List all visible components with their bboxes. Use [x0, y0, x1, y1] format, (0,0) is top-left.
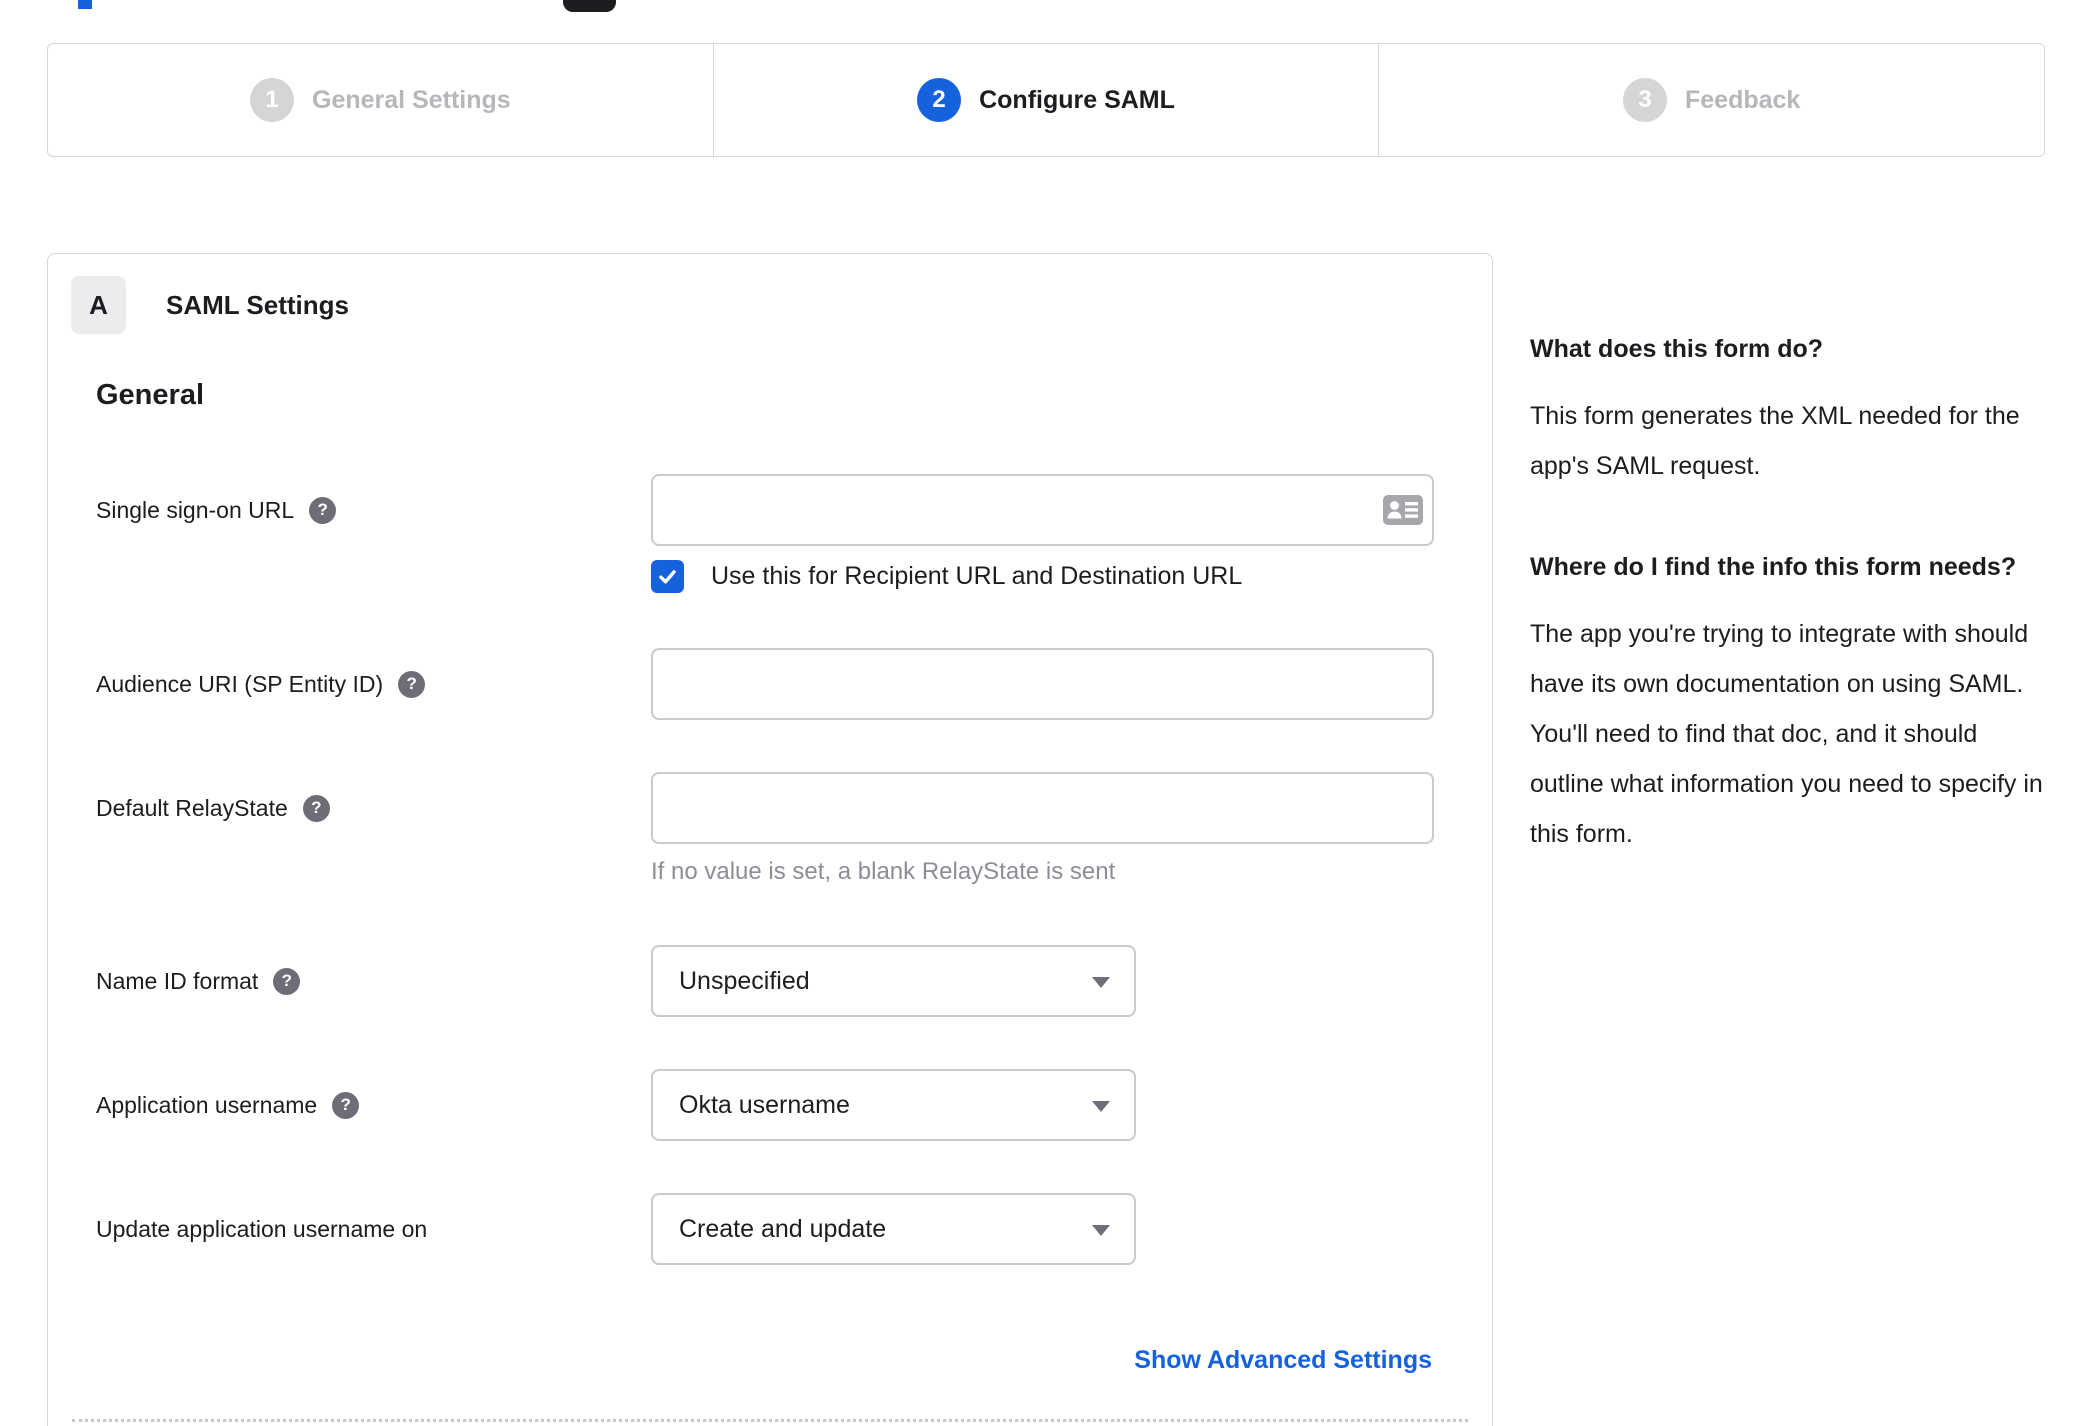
recipient-url-checkbox-label: Use this for Recipient URL and Destinati…	[711, 562, 1243, 590]
step-general-settings[interactable]: 1 General Settings	[48, 44, 713, 156]
chevron-down-icon	[1092, 1101, 1110, 1112]
audience-uri-label: Audience URI (SP Entity ID) ?	[96, 648, 641, 720]
form-row-relaystate: Default RelayState ?	[48, 772, 1492, 844]
form-row-audience-uri: Audience URI (SP Entity ID) ?	[48, 648, 1492, 720]
label-text: Name ID format	[96, 967, 259, 994]
relaystate-label: Default RelayState ?	[96, 772, 641, 844]
cropped-tab-indicator	[78, 0, 92, 9]
update-username-label: Update application username on	[96, 1193, 641, 1265]
help-section: Where do I find the info this form needs…	[1530, 543, 2056, 859]
help-body: The app you're trying to integrate with …	[1530, 620, 2043, 848]
help-icon[interactable]: ?	[309, 496, 337, 524]
chevron-down-icon	[1092, 1225, 1110, 1236]
help-section: What does this form do? This form genera…	[1530, 325, 2056, 491]
app-username-select[interactable]: Okta username	[651, 1069, 1136, 1141]
help-icon[interactable]: ?	[332, 1091, 360, 1119]
relaystate-input[interactable]	[651, 772, 1434, 844]
step-label: General Settings	[312, 85, 511, 114]
sso-url-input[interactable]	[651, 474, 1434, 546]
audience-uri-input[interactable]	[651, 648, 1434, 720]
label-text: Application username	[96, 1091, 318, 1118]
wizard-stepper: 1 General Settings 2 Configure SAML 3 Fe…	[47, 43, 2045, 157]
nameid-format-select[interactable]: Unspecified	[651, 945, 1136, 1017]
step-label: Feedback	[1685, 85, 1801, 114]
select-value: Unspecified	[679, 966, 810, 995]
step-feedback[interactable]: 3 Feedback	[1378, 44, 2044, 156]
label-text: Audience URI (SP Entity ID)	[96, 670, 384, 697]
help-heading: What does this form do?	[1530, 335, 1824, 363]
nameid-label: Name ID format ?	[96, 945, 641, 1017]
form-row-app-username: Application username ? Okta username	[48, 1069, 1492, 1141]
section-divider	[72, 1419, 1468, 1422]
relaystate-hint: If no value is set, a blank RelayState i…	[651, 858, 1116, 885]
step-configure-saml[interactable]: 2 Configure SAML	[712, 44, 1379, 156]
help-icon[interactable]: ?	[273, 967, 301, 995]
section-badge: A	[71, 276, 126, 334]
step-number-badge: 2	[917, 78, 962, 122]
saml-settings-panel: A SAML Settings General Single sign-on U…	[47, 253, 1493, 1426]
label-text: Single sign-on URL	[96, 496, 295, 523]
sso-url-label: Single sign-on URL ?	[96, 474, 641, 546]
show-advanced-settings-link[interactable]: Show Advanced Settings	[1134, 1346, 1432, 1375]
app-username-label: Application username ?	[96, 1069, 641, 1141]
help-heading: Where do I find the info this form needs…	[1530, 553, 2017, 581]
recipient-url-checkbox[interactable]	[651, 560, 684, 593]
form-row-update-username: Update application username on Create an…	[48, 1193, 1492, 1265]
chevron-down-icon	[1092, 977, 1110, 988]
label-text: Update application username on	[96, 1215, 428, 1242]
form-row-nameid: Name ID format ? Unspecified	[48, 945, 1492, 1017]
update-username-select[interactable]: Create and update	[651, 1193, 1136, 1265]
checkmark-icon	[659, 570, 676, 584]
form-row-sso-url: Single sign-on URL ?	[48, 474, 1492, 546]
help-icon[interactable]: ?	[302, 794, 330, 822]
section-title: SAML Settings	[166, 290, 349, 320]
help-sidebar: What does this form do? This form genera…	[1530, 325, 2056, 859]
step-number-badge: 1	[250, 78, 294, 122]
cropped-icon	[563, 0, 616, 12]
help-icon[interactable]: ?	[398, 670, 426, 698]
recipient-url-checkbox-row: Use this for Recipient URL and Destinati…	[651, 560, 1242, 593]
label-text: Default RelayState	[96, 794, 288, 821]
saml-config-screen: 1 General Settings 2 Configure SAML 3 Fe…	[0, 0, 2092, 1426]
group-title: General	[96, 379, 204, 411]
select-value: Okta username	[679, 1090, 850, 1119]
step-number-badge: 3	[1623, 78, 1667, 122]
select-value: Create and update	[679, 1214, 887, 1243]
step-label: Configure SAML	[979, 85, 1175, 114]
help-body: This form generates the XML needed for t…	[1530, 402, 2020, 480]
